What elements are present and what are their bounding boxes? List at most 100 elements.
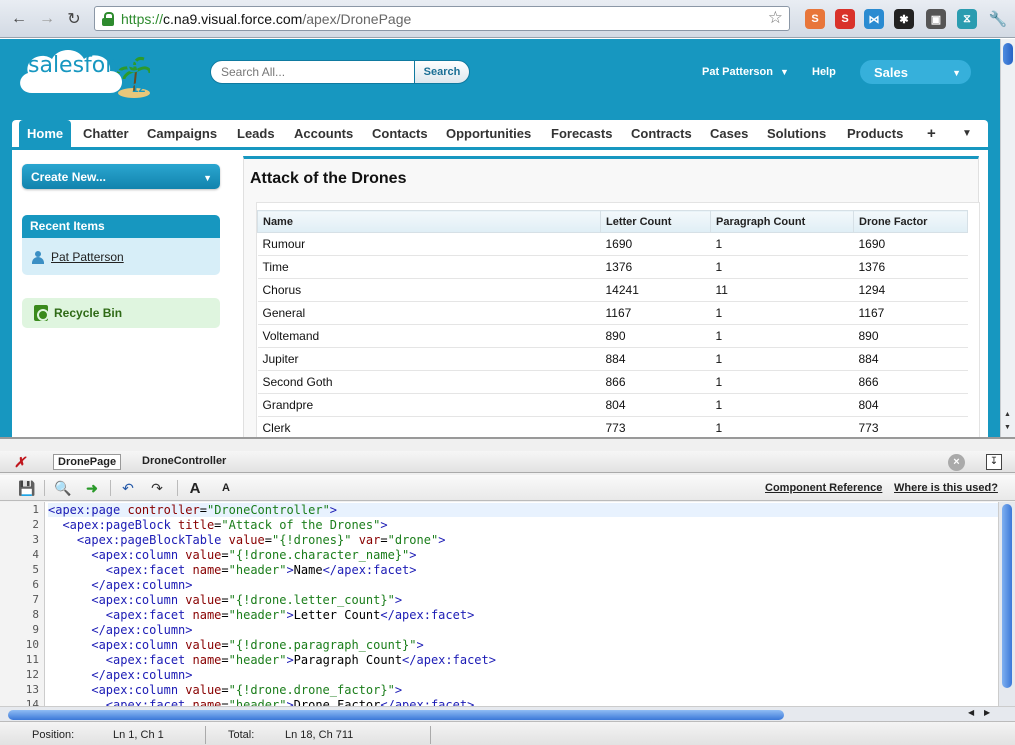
tab-accounts[interactable]: Accounts xyxy=(294,120,353,148)
code-token: </apex:facet> xyxy=(402,653,496,667)
tab-solutions[interactable]: Solutions xyxy=(767,120,826,148)
tab-forecasts[interactable]: Forecasts xyxy=(551,120,612,148)
page-scrollbar[interactable]: ▲ ▼ xyxy=(1000,39,1015,437)
extension-wifi-icon[interactable]: ⧖ xyxy=(957,9,977,29)
redo-icon[interactable]: ↷ xyxy=(148,479,166,497)
close-icon[interactable]: ✗ xyxy=(14,454,26,471)
page-block-table-container: Name Letter Count Paragraph Count Drone … xyxy=(256,202,980,437)
go-to-line-arrow-icon[interactable]: ➜ xyxy=(83,479,101,497)
scroll-right-arrow-icon[interactable]: ▶ xyxy=(984,708,990,717)
forward-arrow-icon[interactable]: → xyxy=(36,8,58,30)
code-line[interactable]: </apex:column> xyxy=(48,623,192,637)
code-token: Paragraph Count xyxy=(293,653,403,667)
code-token: "{!drone.paragraph_count}" xyxy=(228,638,417,652)
dev-tab-dronepage[interactable]: DronePage xyxy=(53,454,122,470)
cell-paragraph-count: 1 xyxy=(710,324,854,348)
recent-item-label: Pat Patterson xyxy=(51,250,124,264)
extension-asterisk-icon[interactable]: ✱ xyxy=(894,9,914,29)
code-token: "header" xyxy=(228,563,287,577)
code-line[interactable]: <apex:page controller="DroneController"> xyxy=(48,503,998,517)
code-line[interactable]: <apex:column value="{!drone.drone_factor… xyxy=(48,683,402,697)
code-token: = xyxy=(221,683,229,697)
scroll-up-arrow-icon[interactable]: ▲ xyxy=(1004,411,1011,418)
tab-contacts[interactable]: Contacts xyxy=(372,120,428,148)
line-number: 13 xyxy=(25,683,39,696)
column-header-name[interactable]: Name xyxy=(257,210,601,233)
code-token: value xyxy=(185,593,222,607)
editor-horizontal-scrollbar[interactable]: ◀ ▶ xyxy=(0,706,1015,721)
tab-opportunities[interactable]: Opportunities xyxy=(446,120,531,148)
line-number: 11 xyxy=(25,653,39,666)
back-arrow-icon[interactable]: ← xyxy=(8,8,30,30)
scroll-left-arrow-icon[interactable]: ◀ xyxy=(968,708,974,717)
chevron-down-icon[interactable]: ▼ xyxy=(962,120,972,148)
code-token: Name xyxy=(293,563,323,577)
tab-campaigns[interactable]: Campaigns xyxy=(147,120,217,148)
code-editor[interactable]: 1 2 3 4 5 6 7 8 9 10 11 12 13 14 <apex:page controlle… xyxy=(0,502,1015,707)
font-increase-icon[interactable]: A xyxy=(186,479,204,497)
cell-name: Time xyxy=(257,255,601,279)
create-new-button[interactable]: Create New... ▼ xyxy=(22,164,220,189)
recycle-bin-link[interactable]: Recycle Bin xyxy=(22,298,220,328)
page-scrollbar-thumb[interactable] xyxy=(1003,43,1013,65)
column-header-letter-count[interactable]: Letter Count xyxy=(600,210,711,233)
column-header-paragraph-count[interactable]: Paragraph Count xyxy=(710,210,854,233)
tab-cases[interactable]: Cases xyxy=(710,120,748,148)
wrench-icon[interactable]: 🔧 xyxy=(988,9,1008,29)
reload-icon[interactable]: ↻ xyxy=(63,8,85,30)
save-icon[interactable]: 💾 xyxy=(18,479,36,497)
extension-s-red-icon[interactable]: S xyxy=(835,9,855,29)
position-value: Ln 1, Ch 1 xyxy=(113,729,164,741)
cell-letter-count: 884 xyxy=(600,347,711,371)
chevron-down-icon: ▼ xyxy=(203,173,212,183)
column-header-drone-factor[interactable]: Drone Factor xyxy=(853,210,968,233)
tab-leads[interactable]: Leads xyxy=(237,120,275,148)
help-link[interactable]: Help xyxy=(812,66,836,78)
page-block: Attack of the Drones Name Letter Count P… xyxy=(243,156,980,437)
search-button[interactable]: Search xyxy=(414,60,470,84)
tab-contracts[interactable]: Contracts xyxy=(631,120,692,148)
download-icon[interactable]: ↧ xyxy=(986,454,1002,470)
circle-close-icon[interactable]: × xyxy=(948,454,965,471)
line-number: 3 xyxy=(32,533,39,546)
code-line[interactable]: <apex:column value="{!drone.letter_count… xyxy=(48,593,402,607)
editor-vertical-scrollbar-thumb[interactable] xyxy=(1002,504,1012,688)
font-decrease-icon[interactable]: A xyxy=(217,479,235,497)
bookmark-star-icon[interactable]: ☆ xyxy=(768,8,783,28)
code-token: </apex:column> xyxy=(91,578,193,592)
code-line[interactable]: <apex:facet name="header">Name</apex:fac… xyxy=(48,563,417,577)
code-line[interactable]: <apex:pageBlockTable value="{!drones}" v… xyxy=(48,533,446,547)
cell-letter-count: 773 xyxy=(600,416,711,437)
status-divider xyxy=(205,726,206,744)
toolbar-divider xyxy=(110,480,111,496)
undo-icon[interactable]: ↶ xyxy=(119,479,137,497)
user-menu[interactable]: Pat Patterson ▼ xyxy=(702,66,789,78)
extension-s-orange-icon[interactable]: S xyxy=(805,9,825,29)
extension-bird-icon[interactable]: ⋈ xyxy=(864,9,884,29)
extension-evernote-icon[interactable]: ▣ xyxy=(926,9,946,29)
code-line[interactable]: </apex:column> xyxy=(48,578,193,592)
editor-horizontal-scrollbar-thumb[interactable] xyxy=(8,710,784,720)
code-line[interactable]: </apex:column> xyxy=(48,668,192,682)
tab-home[interactable]: Home xyxy=(19,120,72,148)
where-used-link[interactable]: Where is this used? xyxy=(894,482,998,494)
code-line[interactable]: <apex:pageBlock title="Attack of the Dro… xyxy=(48,518,387,532)
code-token: "{!drones}" xyxy=(271,533,352,547)
component-reference-link[interactable]: Component Reference xyxy=(765,482,882,494)
search-icon[interactable]: 🔍 xyxy=(54,479,72,497)
cell-drone-factor: 866 xyxy=(853,370,968,394)
tab-all-tabs[interactable]: + xyxy=(927,120,936,148)
code-line[interactable]: <apex:column value="{!drone.character_na… xyxy=(48,548,416,562)
code-line[interactable]: <apex:facet name="header">Letter Count</… xyxy=(48,608,475,622)
recent-item[interactable]: Pat Patterson xyxy=(32,250,124,264)
dev-tab-dronecontroller[interactable]: DroneController xyxy=(138,454,230,468)
scroll-down-arrow-icon[interactable]: ▼ xyxy=(1004,424,1011,431)
tab-products[interactable]: Products xyxy=(847,120,903,148)
search-input[interactable]: Search All... xyxy=(210,60,416,84)
code-line[interactable]: <apex:facet name="header">Paragraph Coun… xyxy=(48,653,496,667)
code-line[interactable]: <apex:column value="{!drone.paragraph_co… xyxy=(48,638,423,652)
app-picker[interactable]: Sales ▼ xyxy=(860,60,971,84)
address-bar[interactable]: https://c.na9.visual.force.com/apex/Dron… xyxy=(94,6,790,31)
editor-vertical-scrollbar[interactable] xyxy=(998,502,1015,707)
tab-chatter[interactable]: Chatter xyxy=(83,120,129,148)
